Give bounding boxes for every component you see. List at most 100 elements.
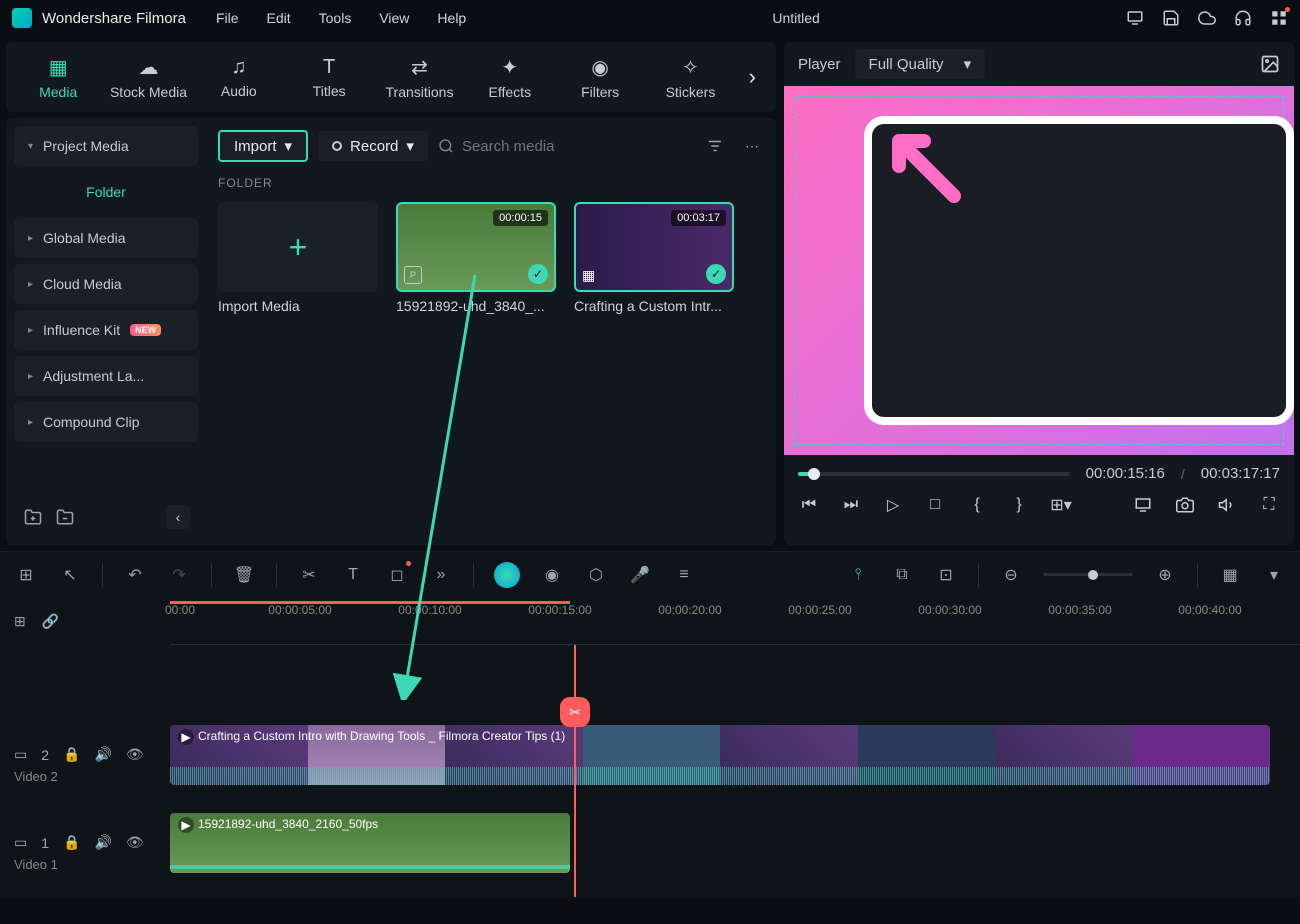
time-ruler[interactable]: 00:00 00:00:05:00 00:00:10:00 00:00:15:0… <box>170 597 1300 645</box>
tab-effects[interactable]: ✦Effects <box>468 47 552 107</box>
tab-filters[interactable]: ◉Filters <box>558 47 642 107</box>
fullscreen-icon[interactable]: ⛶ <box>1258 494 1280 516</box>
sidebar-influence-kit[interactable]: ▸Influence KitNEW <box>14 310 198 350</box>
text-icon[interactable]: T <box>341 563 365 587</box>
plus-icon: + <box>289 229 308 266</box>
display-mode-icon[interactable]: ⊞▾ <box>1050 494 1072 516</box>
cloud-icon[interactable] <box>1198 9 1216 27</box>
auto-ripple-icon[interactable]: ⧉ <box>890 563 914 587</box>
tab-stickers[interactable]: ✧Stickers <box>648 47 732 107</box>
mute-icon[interactable]: 🔊 <box>94 746 111 763</box>
title-bar: Wondershare Filmora File Edit Tools View… <box>0 0 1300 36</box>
track-header-video1[interactable]: ▭1 🔒 🔊 👁 Video 1 <box>0 809 170 897</box>
more-icon[interactable]: ⋯ <box>740 138 764 155</box>
snap-icon[interactable]: ⫯ <box>846 563 870 587</box>
timeline-clip[interactable]: ▶ Crafting a Custom Intro with Drawing T… <box>170 725 1270 785</box>
track-header-video2[interactable]: ▭2 🔒 🔊 👁 Video 2 <box>0 721 170 809</box>
media-icon: ▦ <box>49 55 68 80</box>
tile-caption: Crafting a Custom Intr... <box>574 298 734 314</box>
tab-audio[interactable]: ♫Audio <box>197 47 281 107</box>
new-folder-icon[interactable] <box>22 506 44 528</box>
lock-icon[interactable]: 🔒 <box>63 746 80 763</box>
scissors-icon[interactable]: ✂ <box>560 697 590 727</box>
save-icon[interactable] <box>1162 9 1180 27</box>
redo-icon[interactable]: ↷ <box>167 563 191 587</box>
snapshot-icon[interactable] <box>1260 54 1280 74</box>
record-button[interactable]: Record▾ <box>318 131 428 161</box>
audio-mixer-icon[interactable]: ≡ <box>672 563 696 587</box>
tabs-scroll-right[interactable]: › <box>739 64 766 90</box>
menu-view[interactable]: View <box>379 10 409 26</box>
marker-icon[interactable]: ⬡ <box>584 563 608 587</box>
delete-folder-icon[interactable] <box>54 506 76 528</box>
video-track-icon: ▭ <box>14 834 27 851</box>
volume-icon[interactable] <box>1216 494 1238 516</box>
camera-icon[interactable] <box>1174 494 1196 516</box>
track-options-icon[interactable]: ▾ <box>1262 563 1286 587</box>
visibility-icon[interactable]: 👁 <box>126 746 144 763</box>
import-media-tile[interactable]: + <box>218 202 378 292</box>
add-track-icon[interactable]: ⊞ <box>14 613 26 630</box>
track-display-icon[interactable]: ▦ <box>1218 563 1242 587</box>
tab-titles[interactable]: TTitles <box>287 47 371 107</box>
lock-icon[interactable]: 🔒 <box>63 834 80 851</box>
import-button[interactable]: Import▾ <box>218 130 308 162</box>
chevron-right-icon: ▸ <box>28 417 33 428</box>
layout-icon[interactable]: ⊞ <box>14 563 38 587</box>
play-icon[interactable]: ▷ <box>882 494 904 516</box>
playhead[interactable]: ✂ <box>574 645 576 897</box>
quality-selector[interactable]: Full Quality▾ <box>855 49 986 79</box>
category-tabs: ▦Media ☁Stock Media ♫Audio TTitles ⇄Tran… <box>6 42 776 112</box>
zoom-slider[interactable] <box>1043 573 1133 576</box>
headphones-icon[interactable] <box>1234 9 1252 27</box>
menu-file[interactable]: File <box>216 10 239 26</box>
monitor-icon[interactable] <box>1126 9 1144 27</box>
mark-in-icon[interactable]: { <box>966 494 988 516</box>
voiceover-icon[interactable]: 🎤 <box>628 563 652 587</box>
crop-icon[interactable]: ◻ <box>385 563 409 587</box>
mute-icon[interactable]: 🔊 <box>94 834 111 851</box>
more-tools-icon[interactable]: » <box>429 563 453 587</box>
visibility-icon[interactable]: 👁 <box>126 834 144 851</box>
menu-tools[interactable]: Tools <box>319 10 352 26</box>
apps-icon[interactable] <box>1270 9 1288 27</box>
tab-transitions[interactable]: ⇄Transitions <box>377 47 461 107</box>
delete-icon[interactable]: 🗑 <box>232 563 256 587</box>
preview-viewport[interactable] <box>784 86 1294 455</box>
media-clip-tile[interactable]: 00:00:15 P ✓ <box>396 202 556 292</box>
fit-icon[interactable]: ⊡ <box>934 563 958 587</box>
sidebar-project-media[interactable]: ▾Project Media <box>14 126 198 166</box>
undo-icon[interactable]: ↶ <box>123 563 147 587</box>
chevron-right-icon: ▸ <box>28 325 33 336</box>
play-indicator-icon: ▶ <box>178 729 194 745</box>
sidebar-folder[interactable]: Folder <box>14 172 198 212</box>
tab-stock-media[interactable]: ☁Stock Media <box>106 47 190 107</box>
link-icon[interactable]: 🔗 <box>42 613 59 630</box>
filter-icon[interactable] <box>706 137 730 155</box>
search-input[interactable] <box>462 138 696 155</box>
stop-icon[interactable]: □ <box>924 494 946 516</box>
next-frame-icon[interactable]: ⏭ <box>840 494 862 516</box>
sidebar-compound-clip[interactable]: ▸Compound Clip <box>14 402 198 442</box>
tab-media[interactable]: ▦Media <box>16 47 100 107</box>
split-icon[interactable]: ✂ <box>297 563 321 587</box>
sidebar-global-media[interactable]: ▸Global Media <box>14 218 198 258</box>
render-icon[interactable]: ◉ <box>540 563 564 587</box>
stock-icon: ☁ <box>138 55 158 80</box>
zoom-in-icon[interactable]: ⊕ <box>1153 563 1177 587</box>
sidebar-adjustment-layer[interactable]: ▸Adjustment La... <box>14 356 198 396</box>
mark-out-icon[interactable]: } <box>1008 494 1030 516</box>
app-name: Wondershare Filmora <box>42 10 186 27</box>
seek-slider[interactable] <box>798 472 1070 476</box>
zoom-out-icon[interactable]: ⊖ <box>999 563 1023 587</box>
media-clip-tile[interactable]: 00:03:17 ▦ ✓ <box>574 202 734 292</box>
menu-edit[interactable]: Edit <box>267 10 291 26</box>
timeline-clip[interactable]: ▶ 15921892-uhd_3840_2160_50fps <box>170 813 570 873</box>
collapse-sidebar-icon[interactable]: ‹ <box>166 505 190 529</box>
ai-assistant-icon[interactable] <box>494 562 520 588</box>
menu-help[interactable]: Help <box>437 10 466 26</box>
sidebar-cloud-media[interactable]: ▸Cloud Media <box>14 264 198 304</box>
display-icon[interactable] <box>1132 494 1154 516</box>
prev-frame-icon[interactable]: ⏮ <box>798 494 820 516</box>
cursor-icon[interactable]: ↖ <box>58 563 82 587</box>
